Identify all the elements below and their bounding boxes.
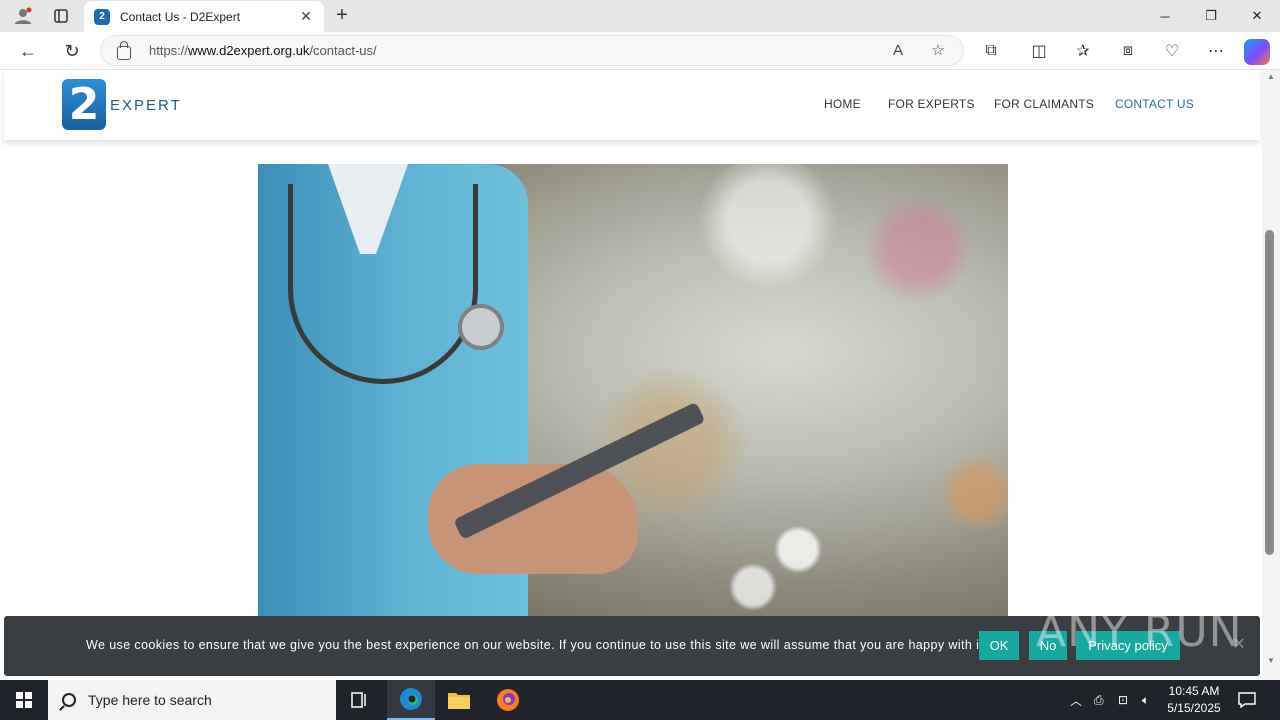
anyrun-watermark: ANY RUN	[1036, 606, 1243, 657]
taskbar-search[interactable]: Type here to search	[48, 680, 336, 720]
d2expert-favicon-icon: 2	[94, 8, 110, 25]
taskbar-search-placeholder: Type here to search	[88, 692, 212, 708]
stethoscope-icon	[288, 184, 478, 384]
file-explorer-icon[interactable]	[435, 680, 483, 720]
search-icon	[62, 693, 76, 707]
extensions-icon[interactable]: ⧉	[975, 36, 1007, 66]
scroll-down-icon[interactable]: ▼	[1262, 656, 1280, 670]
nav-for-claimants[interactable]: FOR CLAIMANTS	[994, 97, 1094, 111]
hero-image-doctor-with-tablet	[258, 164, 1008, 634]
notification-icon[interactable]	[1232, 680, 1262, 720]
windows-taskbar: Type here to search ︿ ⎙ ⊡ 🔈︎ 10:45 AM 5/…	[0, 680, 1280, 720]
minimize-icon[interactable]: ─	[1142, 0, 1188, 32]
favorites-icon[interactable]: ✰	[1067, 36, 1099, 66]
nav-for-experts[interactable]: FOR EXPERTS	[888, 97, 975, 111]
network-icon[interactable]: ⊡	[1118, 680, 1136, 720]
cookie-ok-button[interactable]: OK	[979, 631, 1019, 660]
browser-tab-active[interactable]: 2 Contact Us - D2Expert ✕	[84, 1, 324, 32]
firefox-icon[interactable]	[484, 680, 532, 720]
scrollbar-thumb[interactable]	[1265, 230, 1274, 555]
tab-actions-icon[interactable]	[42, 0, 80, 32]
cookie-message: We use cookies to ensure that we give yo…	[86, 638, 988, 652]
browser-essentials-icon[interactable]: ♡	[1156, 36, 1188, 66]
start-button[interactable]	[0, 680, 48, 720]
collections-icon[interactable]: ⧈	[1112, 36, 1144, 66]
volume-icon[interactable]: 🔈︎	[1142, 680, 1160, 720]
clock-date: 5/15/2025	[1167, 701, 1221, 715]
back-icon[interactable]: ←	[12, 36, 44, 66]
scroll-up-icon[interactable]: ▲	[1262, 72, 1280, 86]
windows-logo-icon	[16, 692, 32, 708]
tray-overflow-icon[interactable]: ︿	[1070, 680, 1088, 720]
favorite-star-icon[interactable]: ☆	[927, 40, 949, 62]
url-domain: www.d2expert.org.uk	[188, 43, 310, 58]
split-screen-icon[interactable]: ◫	[1023, 36, 1055, 66]
stethoscope-head	[458, 304, 504, 350]
browser-titlebar: 2 Contact Us - D2Expert ✕ + ─ ❐ ✕	[0, 0, 1280, 32]
close-window-icon[interactable]: ✕	[1234, 0, 1280, 32]
address-bar[interactable]: https://www.d2expert.org.uk/contact-us/	[100, 35, 964, 66]
page-viewport: 2 EXPERT HOME FOR EXPERTS FOR CLAIMANTS …	[0, 70, 1262, 680]
lock-icon[interactable]	[117, 40, 131, 60]
url-path: /contact-us/	[309, 43, 377, 58]
copilot-icon[interactable]	[1244, 39, 1270, 65]
site-header: 2 EXPERT HOME FOR EXPERTS FOR CLAIMANTS …	[4, 70, 1260, 140]
tab-title: Contact Us - D2Expert	[120, 9, 241, 24]
profile-icon[interactable]	[4, 0, 42, 32]
nav-home[interactable]: HOME	[824, 97, 861, 111]
clock-time: 10:45 AM	[1168, 684, 1220, 698]
nav-contact-us[interactable]: CONTACT US	[1115, 97, 1194, 111]
restore-icon[interactable]: ❐	[1188, 0, 1234, 32]
task-view-icon[interactable]	[336, 680, 384, 720]
new-tab-icon[interactable]: +	[330, 4, 354, 28]
url-prefix: https://	[149, 43, 189, 58]
refresh-icon[interactable]: ↻	[56, 36, 88, 66]
more-options-icon[interactable]: ⋯	[1200, 36, 1232, 66]
tray-device-icon[interactable]: ⎙	[1094, 680, 1112, 720]
read-aloud-icon[interactable]: A	[887, 40, 909, 62]
url-text: https://www.d2expert.org.uk/contact-us/	[149, 43, 377, 58]
site-logo-text[interactable]: EXPERT	[110, 97, 182, 114]
edge-browser-icon[interactable]	[387, 680, 435, 720]
taskbar-clock[interactable]: 10:45 AM 5/15/2025	[1162, 683, 1226, 717]
site-logo[interactable]: 2	[62, 79, 106, 130]
close-tab-icon[interactable]: ✕	[298, 8, 314, 25]
browser-toolbar: ← ↻ https://www.d2expert.org.uk/contact-…	[0, 32, 1280, 70]
